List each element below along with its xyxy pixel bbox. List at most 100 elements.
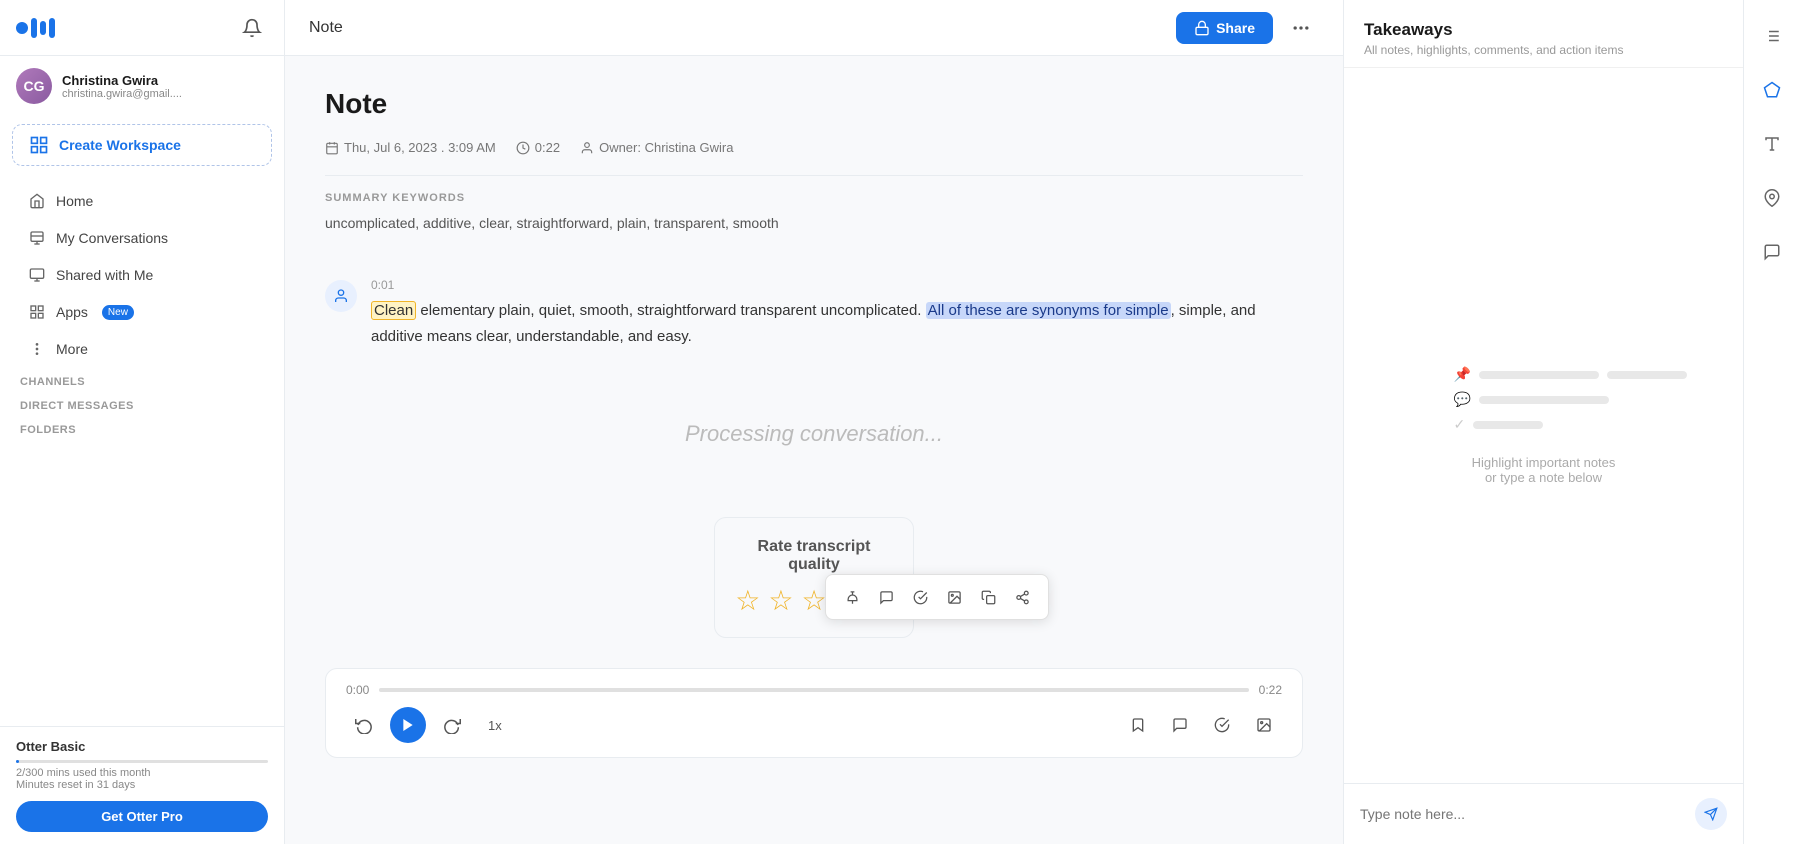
main-header: Note Share xyxy=(285,0,1343,56)
floating-toolbar xyxy=(825,574,1049,620)
right-side-icons xyxy=(1743,0,1800,844)
send-note-button[interactable] xyxy=(1695,798,1727,830)
rewind-button[interactable] xyxy=(346,707,382,743)
forward-icon xyxy=(443,716,461,734)
placeholder-hint-text: Highlight important notesor type a note … xyxy=(1472,455,1616,485)
sidebar-item-shared[interactable]: Shared with Me xyxy=(8,257,276,293)
side-text-button[interactable] xyxy=(1754,126,1790,162)
side-list-button[interactable] xyxy=(1754,18,1790,54)
star-1[interactable]: ☆ xyxy=(735,584,760,617)
logo-circle xyxy=(16,22,28,34)
summary-keywords: uncomplicated, additive, clear, straight… xyxy=(325,212,1303,234)
header-actions: Share xyxy=(1176,10,1319,46)
note-owner-text: Owner: Christina Gwira xyxy=(599,140,733,155)
toolbar-pin-button[interactable] xyxy=(836,581,868,613)
player-check-icon xyxy=(1214,717,1230,733)
message-square-icon xyxy=(1763,243,1781,261)
player-check-button[interactable] xyxy=(1204,707,1240,743)
time-end: 0:22 xyxy=(1259,683,1282,697)
user-icon xyxy=(333,288,349,304)
check-circle-icon xyxy=(913,590,928,605)
sidebar-item-home[interactable]: Home xyxy=(8,183,276,219)
note-duration-text: 0:22 xyxy=(535,140,560,155)
sidebar-item-apps[interactable]: Apps New xyxy=(8,294,276,330)
side-chat-button[interactable] xyxy=(1754,234,1790,270)
home-icon xyxy=(28,192,46,210)
apps-badge: New xyxy=(102,305,134,320)
toolbar-comment-button[interactable] xyxy=(870,581,902,613)
gem-icon xyxy=(1763,81,1781,99)
toolbar-copy-button[interactable] xyxy=(972,581,1004,613)
pin-icon xyxy=(845,590,860,605)
plan-progress-bar xyxy=(16,760,268,763)
note-input[interactable] xyxy=(1360,806,1687,822)
bookmark-button[interactable] xyxy=(1120,707,1156,743)
channels-section: CHANNELS xyxy=(0,368,284,392)
user-name: Christina Gwira xyxy=(62,73,182,88)
ph-line-4 xyxy=(1473,421,1543,429)
forward-button[interactable] xyxy=(434,707,470,743)
note-date: Thu, Jul 6, 2023 . 3:09 AM xyxy=(325,140,496,155)
upgrade-button[interactable]: Get Otter Pro xyxy=(16,801,268,832)
apps-icon xyxy=(28,303,46,321)
toolbar-image-button[interactable] xyxy=(938,581,970,613)
side-location-button[interactable] xyxy=(1754,180,1790,216)
logo-bar3 xyxy=(49,18,55,38)
transcript-text[interactable]: Clean elementary plain, quiet, smooth, s… xyxy=(371,298,1303,349)
transcript-entry: 0:01 Clean elementary plain, quiet, smoo… xyxy=(325,266,1303,361)
right-panel-footer xyxy=(1344,783,1743,844)
player-progress: 0:00 0:22 xyxy=(346,683,1282,697)
image-icon xyxy=(947,590,962,605)
side-gem-button[interactable] xyxy=(1754,72,1790,108)
rate-subtitle: quality xyxy=(735,556,893,574)
transcript-time: 0:01 xyxy=(371,278,1303,292)
player-image-button[interactable] xyxy=(1246,707,1282,743)
avatar: CG xyxy=(16,68,52,104)
star-2[interactable]: ☆ xyxy=(768,584,793,617)
toolbar-check-button[interactable] xyxy=(904,581,936,613)
right-panel-body: 📌 💬 ✓ Highlight important notesor type a… xyxy=(1344,68,1743,783)
create-workspace-button[interactable]: Create Workspace xyxy=(12,124,272,166)
main-content: Note Share Note Thu, Jul 6, 2023 . 3:09 … xyxy=(285,0,1343,844)
create-workspace-label: Create Workspace xyxy=(59,137,181,153)
home-label: Home xyxy=(56,193,93,209)
highlighted-word: Clean xyxy=(371,301,416,320)
more-icon xyxy=(28,340,46,358)
transcript-text-middle: elementary plain, quiet, smooth, straigh… xyxy=(416,302,925,319)
speed-button[interactable]: 1x xyxy=(478,714,512,737)
share-button[interactable]: Share xyxy=(1176,12,1273,44)
user-profile[interactable]: CG Christina Gwira christina.gwira@gmail… xyxy=(0,56,284,116)
placeholder-row-3: ✓ xyxy=(1454,416,1544,433)
shared-label: Shared with Me xyxy=(56,267,153,283)
star-3[interactable]: ☆ xyxy=(801,584,826,617)
notification-button[interactable] xyxy=(236,12,268,44)
comment-placeholder-icon: 💬 xyxy=(1454,391,1471,408)
play-button[interactable] xyxy=(390,707,426,743)
progress-bar[interactable] xyxy=(379,688,1248,692)
send-icon xyxy=(1704,807,1718,821)
logo-bar1 xyxy=(31,18,37,38)
bookmark-icon xyxy=(1130,717,1146,733)
placeholder-hint: Highlight important notesor type a note … xyxy=(1472,455,1616,485)
workspace-icon xyxy=(29,135,49,155)
calendar-icon xyxy=(325,141,339,155)
user-email: christina.gwira@gmail.... xyxy=(62,88,182,100)
sidebar: CG Christina Gwira christina.gwira@gmail… xyxy=(0,0,285,844)
player-comment-button[interactable] xyxy=(1162,707,1198,743)
folders-section: FOLDERS xyxy=(0,416,284,440)
map-pin-icon xyxy=(1763,189,1781,207)
more-label: More xyxy=(56,341,88,357)
copy-icon xyxy=(981,590,996,605)
sidebar-item-more[interactable]: More xyxy=(8,331,276,367)
note-owner: Owner: Christina Gwira xyxy=(580,140,733,155)
sidebar-item-my-conversations[interactable]: My Conversations xyxy=(8,220,276,256)
transcript-content: 0:01 Clean elementary plain, quiet, smoo… xyxy=(371,278,1303,349)
more-options-button[interactable] xyxy=(1283,10,1319,46)
ph-line-3 xyxy=(1479,396,1609,404)
check-placeholder-icon: ✓ xyxy=(1454,416,1466,433)
shared-icon xyxy=(28,266,46,284)
pin-placeholder-icon: 📌 xyxy=(1454,366,1471,383)
highlighted-phrase: All of these are synonyms for simple xyxy=(926,302,1171,319)
logo-bar2 xyxy=(40,21,46,35)
toolbar-share-button[interactable] xyxy=(1006,581,1038,613)
